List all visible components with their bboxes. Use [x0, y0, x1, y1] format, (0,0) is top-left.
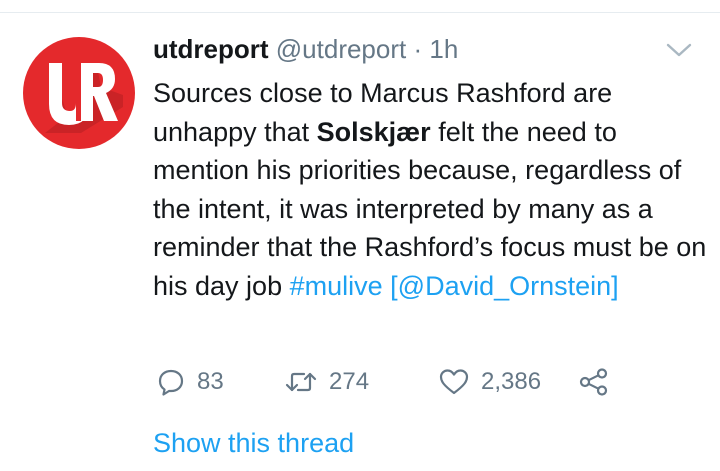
tweet-header: utdreport @utdreport · 1h	[153, 32, 458, 66]
like-button[interactable]: 2,386	[439, 362, 541, 402]
tweet-menu-button[interactable]	[664, 40, 694, 60]
retweet-count: 274	[329, 368, 370, 395]
retweet-icon	[285, 372, 317, 392]
hashtag-link[interactable]: #mulive	[290, 271, 383, 301]
share-icon	[579, 368, 608, 396]
retweet-button[interactable]: 274	[285, 362, 369, 402]
show-thread-link[interactable]: Show this thread	[153, 428, 354, 459]
chevron-down-icon	[666, 43, 692, 57]
tweet-text-bracket: [	[382, 270, 398, 301]
timestamp[interactable]: 1h	[429, 34, 458, 64]
utdreport-logo-icon	[23, 37, 135, 149]
top-divider	[0, 0, 720, 13]
mention-link[interactable]: @David_Ornstein	[398, 271, 612, 301]
tweet-actions: 83 274 2,386	[153, 362, 713, 402]
reply-button[interactable]: 83	[157, 362, 224, 402]
display-name[interactable]: utdreport	[153, 34, 269, 64]
tweet-text-bracket: ]	[611, 270, 619, 301]
reply-icon	[158, 369, 184, 396]
tweet-text: Sources close to Marcus Rashford are unh…	[153, 74, 713, 306]
separator-dot: ·	[413, 34, 423, 64]
user-handle[interactable]: @utdreport	[276, 34, 406, 64]
share-button[interactable]	[579, 362, 609, 402]
heart-icon	[439, 369, 469, 395]
reply-count: 83	[197, 368, 224, 395]
like-count: 2,386	[481, 368, 542, 395]
avatar[interactable]	[23, 37, 135, 149]
tweet-text-bold: Solskjær	[316, 116, 431, 147]
